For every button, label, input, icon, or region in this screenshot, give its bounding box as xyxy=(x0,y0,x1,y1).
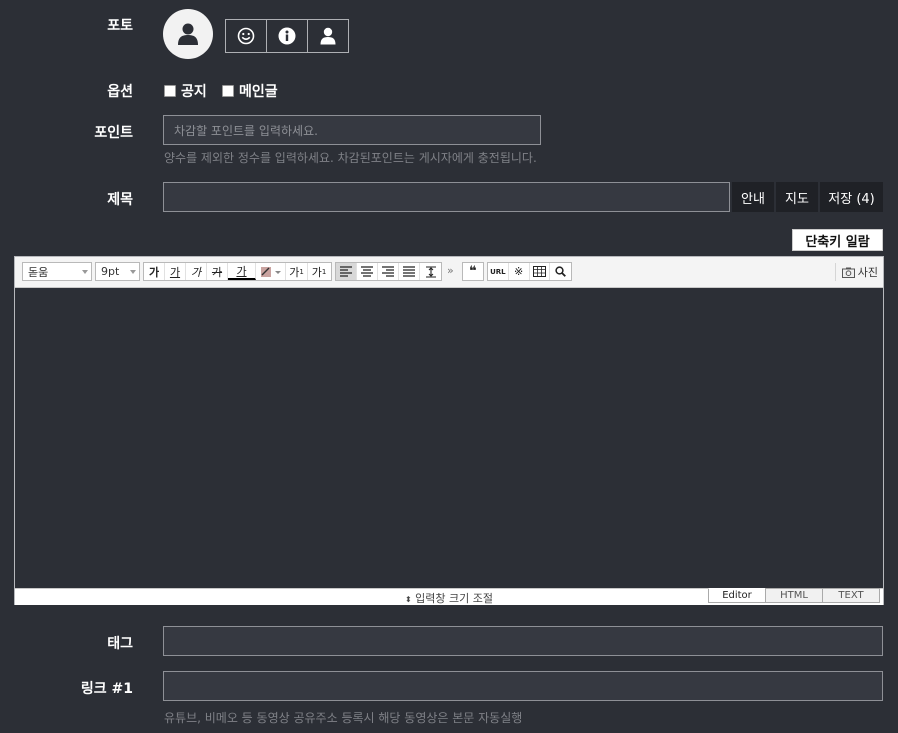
notice-checkbox[interactable] xyxy=(164,85,176,97)
rich-text-editor: 돋움 9pt 가 가 가 가 가 가1 가1 » ❝ URL ※ 사진 ⬍ 입력… xyxy=(14,256,884,605)
shortcut-list-button[interactable]: 단축키 일람 xyxy=(792,229,883,251)
quote-group: ❝ xyxy=(462,262,484,281)
link-help-text: 유튜브, 비메오 등 동영상 공유주소 등록시 해당 동영상은 본문 자동실행 xyxy=(164,711,523,725)
options-label: 옵션 xyxy=(107,84,133,100)
main-post-checkbox[interactable] xyxy=(222,85,234,97)
point-input-placeholder: 차감할 포인트를 입력하세요. xyxy=(174,123,318,138)
more-tools-icon[interactable]: » xyxy=(447,264,454,277)
align-center-icon xyxy=(361,266,373,277)
insert-photo-label: 사진 xyxy=(857,266,878,279)
font-family-value: 돋움 xyxy=(28,265,49,279)
info-button[interactable] xyxy=(267,20,308,52)
link-label: 링크 #1 xyxy=(80,681,133,697)
find-button[interactable] xyxy=(550,263,571,280)
insert-photo-button[interactable]: 사진 xyxy=(834,263,878,281)
text-format-group: 가 가 가 가 가 가1 가1 xyxy=(143,262,332,281)
user-icon xyxy=(320,27,336,45)
point-label: 포인트 xyxy=(94,125,133,141)
tag-input[interactable] xyxy=(163,626,883,656)
photo-label: 포토 xyxy=(107,18,133,34)
user-button[interactable] xyxy=(308,20,348,52)
highlight-color-button[interactable] xyxy=(256,263,286,280)
superscript-button[interactable]: 가1 xyxy=(286,263,308,280)
search-icon xyxy=(555,266,567,277)
smile-icon xyxy=(237,27,255,45)
align-right-icon xyxy=(382,266,394,277)
resize-label: 입력창 크기 조절 xyxy=(415,592,494,605)
info-icon xyxy=(278,27,296,45)
insert-group: URL ※ xyxy=(487,262,572,281)
subscript-button[interactable]: 가1 xyxy=(308,263,330,280)
align-right-button[interactable] xyxy=(378,263,399,280)
align-left-icon xyxy=(340,266,352,277)
notice-option-label: 공지 xyxy=(181,84,207,100)
editor-mode-tabs: Editor HTML TEXT xyxy=(708,588,880,603)
url-button[interactable]: URL xyxy=(488,263,509,280)
special-char-icon: ※ xyxy=(514,265,524,278)
subject-input[interactable] xyxy=(163,182,730,212)
tag-label: 태그 xyxy=(107,636,133,652)
user-avatar-icon xyxy=(178,23,198,45)
subscript-label: 가 xyxy=(311,265,322,279)
subject-label: 제목 xyxy=(107,192,133,208)
table-button[interactable] xyxy=(530,263,551,280)
resize-arrows-icon: ⬍ xyxy=(404,595,412,604)
link-input[interactable] xyxy=(163,671,883,701)
quote-icon: ❝ xyxy=(469,264,477,279)
strikethrough-button[interactable]: 가 xyxy=(207,263,228,280)
link-icon: URL xyxy=(490,267,506,276)
italic-button[interactable]: 가 xyxy=(186,263,207,280)
underline-button[interactable]: 가 xyxy=(165,263,186,280)
save-button[interactable]: 저장 (4) xyxy=(820,182,883,212)
profile-avatar[interactable] xyxy=(163,9,213,59)
editor-toolbar: 돋움 9pt 가 가 가 가 가 가1 가1 » ❝ URL ※ 사진 xyxy=(15,257,883,288)
align-center-button[interactable] xyxy=(357,263,378,280)
editor-bottom-bar: ⬍ 입력창 크기 조절 Editor HTML TEXT xyxy=(15,588,883,605)
emoticon-button[interactable] xyxy=(226,20,267,52)
bold-button[interactable]: 가 xyxy=(144,263,165,280)
editor-content-area[interactable] xyxy=(15,288,883,588)
point-input[interactable]: 차감할 포인트를 입력하세요. xyxy=(163,115,541,145)
line-height-button[interactable] xyxy=(420,263,441,280)
align-justify-button[interactable] xyxy=(399,263,420,280)
main-post-option[interactable]: 메인글 xyxy=(222,81,278,101)
notice-option[interactable]: 공지 xyxy=(164,81,207,101)
align-left-button[interactable] xyxy=(336,263,357,280)
special-char-button[interactable]: ※ xyxy=(509,263,530,280)
font-family-select[interactable]: 돋움 xyxy=(22,262,92,281)
font-size-value: 9pt xyxy=(101,265,120,278)
alignment-group xyxy=(335,262,442,281)
table-icon xyxy=(532,266,546,277)
tab-editor[interactable]: Editor xyxy=(708,588,766,603)
font-size-select[interactable]: 9pt xyxy=(95,262,140,281)
superscript-label: 가 xyxy=(289,265,300,279)
guide-button[interactable]: 안내 xyxy=(732,182,774,212)
camera-icon xyxy=(841,267,855,278)
main-post-option-label: 메인글 xyxy=(239,84,278,100)
font-color-button[interactable]: 가 xyxy=(228,263,256,280)
photo-icon-bar xyxy=(225,19,349,53)
point-help-text: 양수를 제외한 정수를 입력하세요. 차감된포인트는 게시자에게 충전됩니다. xyxy=(164,151,537,165)
quote-button[interactable]: ❝ xyxy=(463,263,483,280)
line-height-icon xyxy=(425,265,436,278)
align-justify-icon xyxy=(403,266,415,277)
tab-html[interactable]: HTML xyxy=(765,588,823,603)
map-button[interactable]: 지도 xyxy=(776,182,818,212)
tab-text[interactable]: TEXT xyxy=(822,588,880,603)
highlight-icon xyxy=(260,266,281,277)
